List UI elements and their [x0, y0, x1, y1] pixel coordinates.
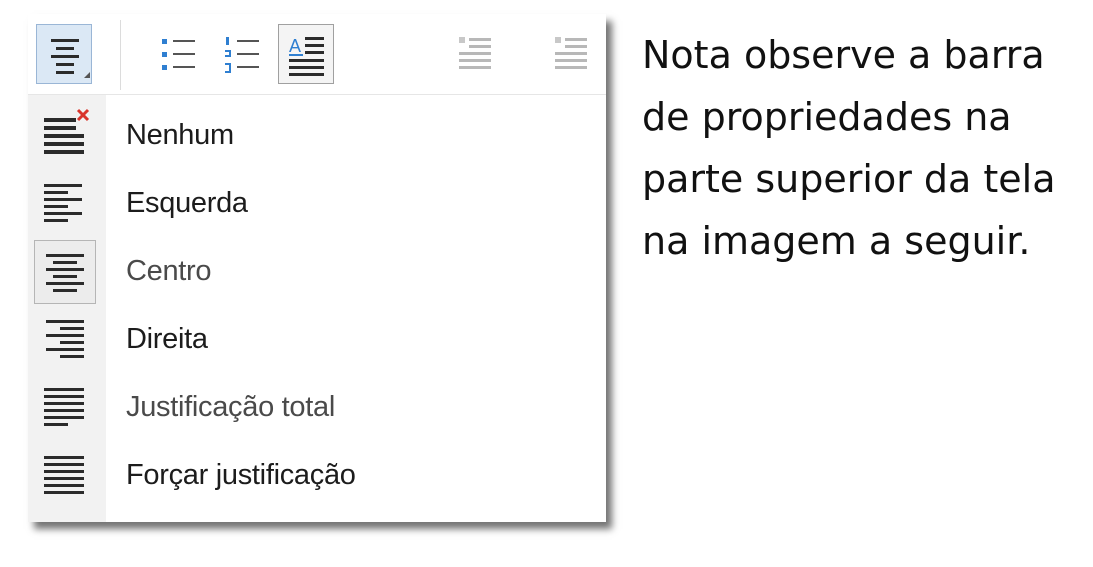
justify-icon — [34, 376, 96, 440]
bulleted-list-button[interactable] — [150, 24, 206, 84]
menu-item-label: Justificação total — [126, 391, 335, 423]
align-center-dropdown-button[interactable] — [36, 24, 92, 84]
caption-line: na imagem a seguir. — [642, 219, 1031, 263]
bulleted-list-icon — [162, 39, 195, 70]
menu-item-label: Forçar justificação — [126, 459, 356, 491]
screenshot-panel: A Nenhum Esquerda Centro Direita Justifi… — [28, 14, 606, 522]
menu-item-label: Nenhum — [126, 119, 234, 151]
align-none-icon — [34, 104, 96, 168]
increase-indent-button[interactable] — [448, 24, 504, 84]
menu-item-forcar-justificacao[interactable]: Forçar justificação — [28, 443, 606, 509]
caption-line: parte superior da tela — [642, 157, 1056, 201]
alignment-menu: Nenhum Esquerda Centro Direita Justifica… — [28, 95, 606, 522]
paragraph-style-button[interactable]: A — [278, 24, 334, 84]
decrease-indent-button[interactable] — [544, 24, 600, 84]
menu-item-justificacao-total[interactable]: Justificação total — [28, 375, 606, 441]
align-center-icon — [34, 240, 96, 304]
numbered-list-icon — [225, 37, 259, 73]
stage: A Nenhum Esquerda Centro Direita Justifi… — [0, 0, 1093, 567]
align-left-icon — [34, 172, 96, 236]
paragraph-style-icon: A — [289, 36, 324, 76]
caption-line: Nota observe a barra — [642, 33, 1045, 77]
caption-text: Nota observe a barra de propriedades na … — [642, 24, 1082, 272]
align-center-dropdown-icon — [51, 39, 90, 78]
menu-item-label: Centro — [126, 255, 212, 287]
menu-item-direita[interactable]: Direita — [28, 307, 606, 373]
menu-item-nenhum[interactable]: Nenhum — [28, 103, 606, 169]
numbered-list-button[interactable] — [214, 24, 270, 84]
force-justify-icon — [34, 444, 96, 508]
menu-item-label: Direita — [126, 323, 208, 355]
caption-line: de propriedades na — [642, 95, 1012, 139]
menu-item-label: Esquerda — [126, 187, 248, 219]
menu-item-centro[interactable]: Centro — [28, 239, 606, 305]
align-right-icon — [34, 308, 96, 372]
increase-indent-icon — [459, 37, 491, 69]
decrease-indent-icon — [555, 37, 587, 69]
svg-text:A: A — [289, 36, 301, 56]
menu-item-esquerda[interactable]: Esquerda — [28, 171, 606, 237]
toolbar-separator — [120, 20, 121, 90]
properties-toolbar: A — [28, 14, 606, 95]
